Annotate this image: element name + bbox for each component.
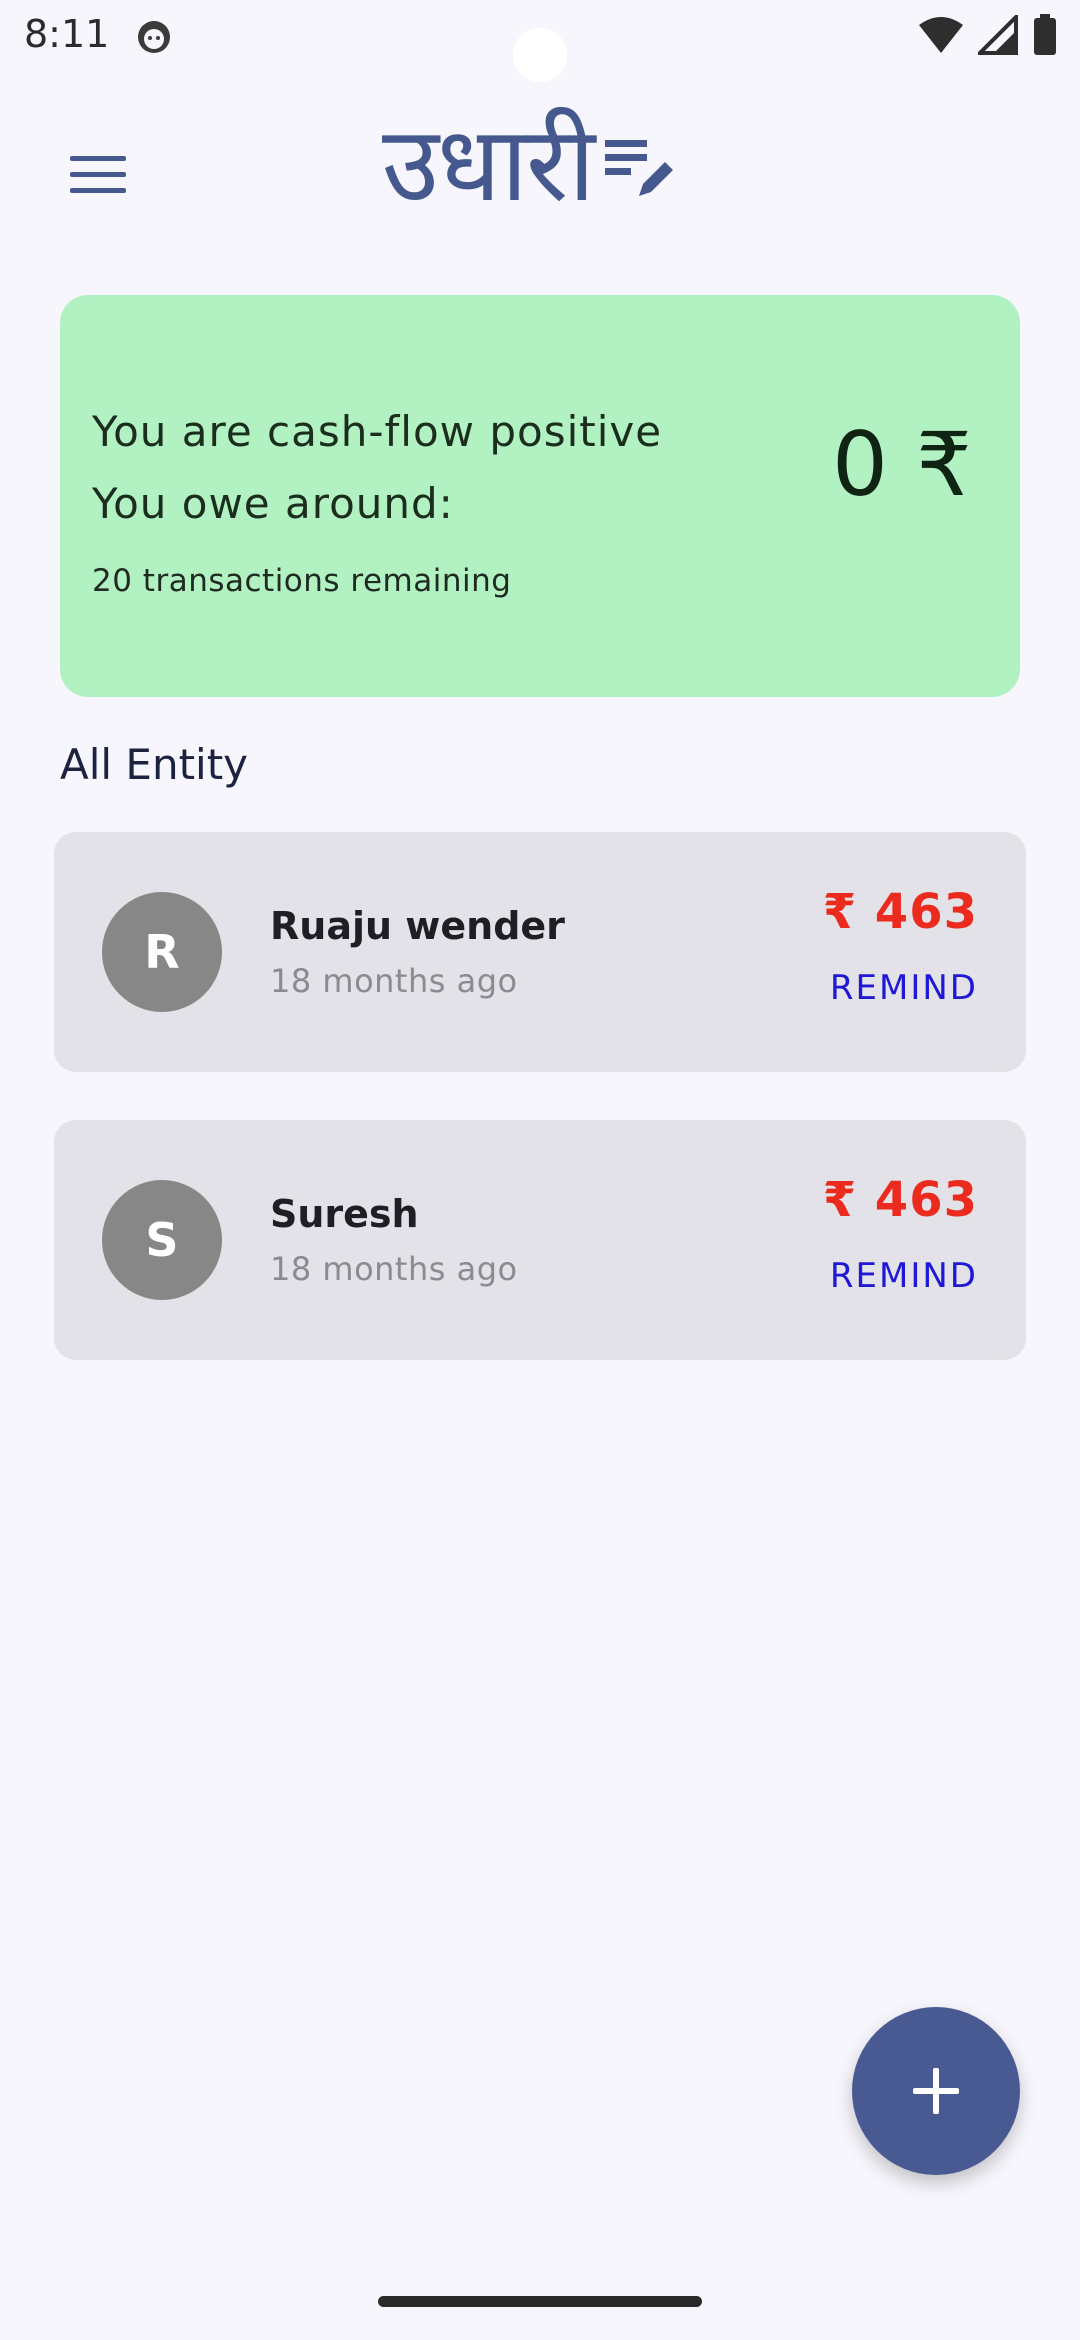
app-bar: उधारी <box>0 90 1080 240</box>
avatar: S <box>102 1180 222 1300</box>
transactions-remaining-text: 20 transactions remaining <box>92 563 512 599</box>
entity-amount: ₹ 463 <box>822 884 978 940</box>
owe-label: You owe around: <box>92 479 454 528</box>
remind-button[interactable]: REMIND <box>830 1256 978 1296</box>
battery-icon <box>1034 14 1056 55</box>
cat-notification-icon <box>138 21 170 53</box>
entity-name: Suresh <box>270 1192 419 1236</box>
list-edit-icon <box>605 140 674 196</box>
remind-button[interactable]: REMIND <box>830 968 978 1008</box>
entity-name: Ruaju wender <box>270 904 565 948</box>
status-icons <box>918 14 1058 56</box>
cellular-signal-icon <box>978 15 1018 55</box>
home-indicator <box>378 2296 702 2307</box>
section-title: All Entity <box>60 740 249 789</box>
app-logo-text: उधारी <box>382 102 595 225</box>
camera-cutout <box>513 28 567 82</box>
entity-card[interactable]: R Ruaju wender 18 months ago ₹ 463 REMIN… <box>54 832 1026 1072</box>
status-time: 8:11 <box>24 12 110 56</box>
owe-amount: 0 ₹ <box>832 413 972 516</box>
summary-card: You are cash-flow positive You owe aroun… <box>60 295 1020 697</box>
app-logo: उधारी <box>382 100 677 225</box>
avatar: R <box>102 892 222 1012</box>
hamburger-menu-icon[interactable] <box>58 134 138 214</box>
add-entity-button[interactable] <box>852 2007 1020 2175</box>
status-bar: 8:11 <box>0 0 1080 82</box>
entity-timestamp: 18 months ago <box>270 1250 518 1288</box>
entity-timestamp: 18 months ago <box>270 962 518 1000</box>
wifi-icon <box>919 17 963 53</box>
cashflow-status-text: You are cash-flow positive <box>92 407 663 456</box>
entity-amount: ₹ 463 <box>822 1172 978 1228</box>
entity-card[interactable]: S Suresh 18 months ago ₹ 463 REMIND <box>54 1120 1026 1360</box>
